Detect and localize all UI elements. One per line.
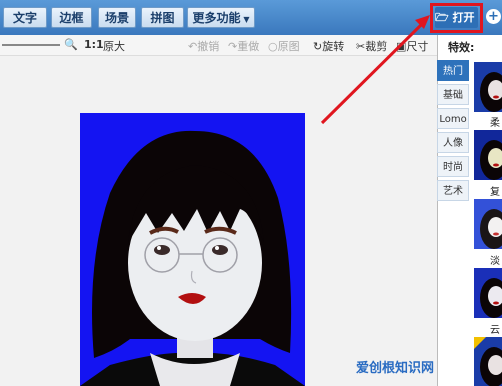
portrait-photo — [80, 113, 305, 386]
zoom-icon[interactable]: 🔍 — [64, 38, 78, 51]
add-icon[interactable]: + — [486, 9, 501, 24]
reset-button[interactable]: ○原图 — [268, 38, 300, 54]
original-size-button[interactable]: 原大 — [103, 38, 125, 54]
effect-thumbnail[interactable] — [474, 130, 502, 180]
effect-thumbnail[interactable] — [474, 337, 502, 386]
effects-tab-basic[interactable]: 基础 — [437, 84, 469, 105]
tab-text[interactable]: 文字 — [3, 7, 47, 28]
effects-title: 特效: — [448, 41, 475, 54]
chevron-down-icon: ▼ — [240, 15, 250, 24]
effect-label: 淡 — [490, 256, 500, 267]
redo-icon: ↷ — [228, 40, 238, 53]
tab-collage[interactable]: 拼图 — [141, 7, 184, 28]
undo-icon: ↶ — [188, 40, 198, 53]
resize-button[interactable]: ▣尺寸 — [396, 38, 428, 54]
redo-button[interactable]: ↷重做 — [228, 38, 259, 54]
effect-thumbnail[interactable] — [474, 199, 502, 249]
effect-label: 柔 — [490, 118, 500, 129]
effects-tab-fashion[interactable]: 时尚 — [437, 156, 469, 177]
effects-tab-art[interactable]: 艺术 — [437, 180, 469, 201]
reset-icon: ○ — [268, 40, 278, 53]
more-features-dropdown[interactable]: 更多功能 ▼ — [187, 7, 255, 28]
effects-tab-portrait[interactable]: 人像 — [437, 132, 469, 153]
effects-tabs: 热门 基础 Lomo 人像 时尚 艺术 — [437, 60, 471, 204]
effects-tab-lomo[interactable]: Lomo — [437, 108, 469, 129]
resize-icon: ▣ — [396, 40, 407, 53]
effect-thumbnail[interactable] — [474, 62, 502, 112]
tab-scene[interactable]: 场景 — [98, 7, 136, 28]
effect-label: 云 — [490, 325, 500, 336]
effect-label: 复 — [490, 187, 500, 198]
zoom-ratio[interactable]: 1:1 — [84, 38, 104, 51]
scissors-icon: ✂ — [356, 40, 366, 53]
rotate-icon: ↻ — [313, 40, 323, 53]
open-button-highlight — [430, 3, 483, 33]
tab-border[interactable]: 边框 — [51, 7, 92, 28]
more-features-label: 更多功能 — [192, 11, 241, 25]
effects-tab-hot[interactable]: 热门 — [437, 60, 469, 81]
effect-thumbnail[interactable] — [474, 268, 502, 318]
rotate-button[interactable]: ↻旋转 — [313, 38, 344, 54]
watermark: 爱创根知识网 — [356, 361, 435, 376]
crop-button[interactable]: ✂裁剪 — [356, 38, 387, 54]
edit-toolbar: 🔍 1:1 原大 ↶撤销 ↷重做 ○原图 ↻旋转 ✂裁剪 ▣尺寸 — [0, 35, 437, 56]
zoom-slider[interactable] — [2, 44, 60, 46]
undo-button[interactable]: ↶撤销 — [188, 38, 219, 54]
top-toolbar: 文字 边框 场景 拼图 更多功能 ▼ 🗁 打开 + — [0, 0, 502, 35]
